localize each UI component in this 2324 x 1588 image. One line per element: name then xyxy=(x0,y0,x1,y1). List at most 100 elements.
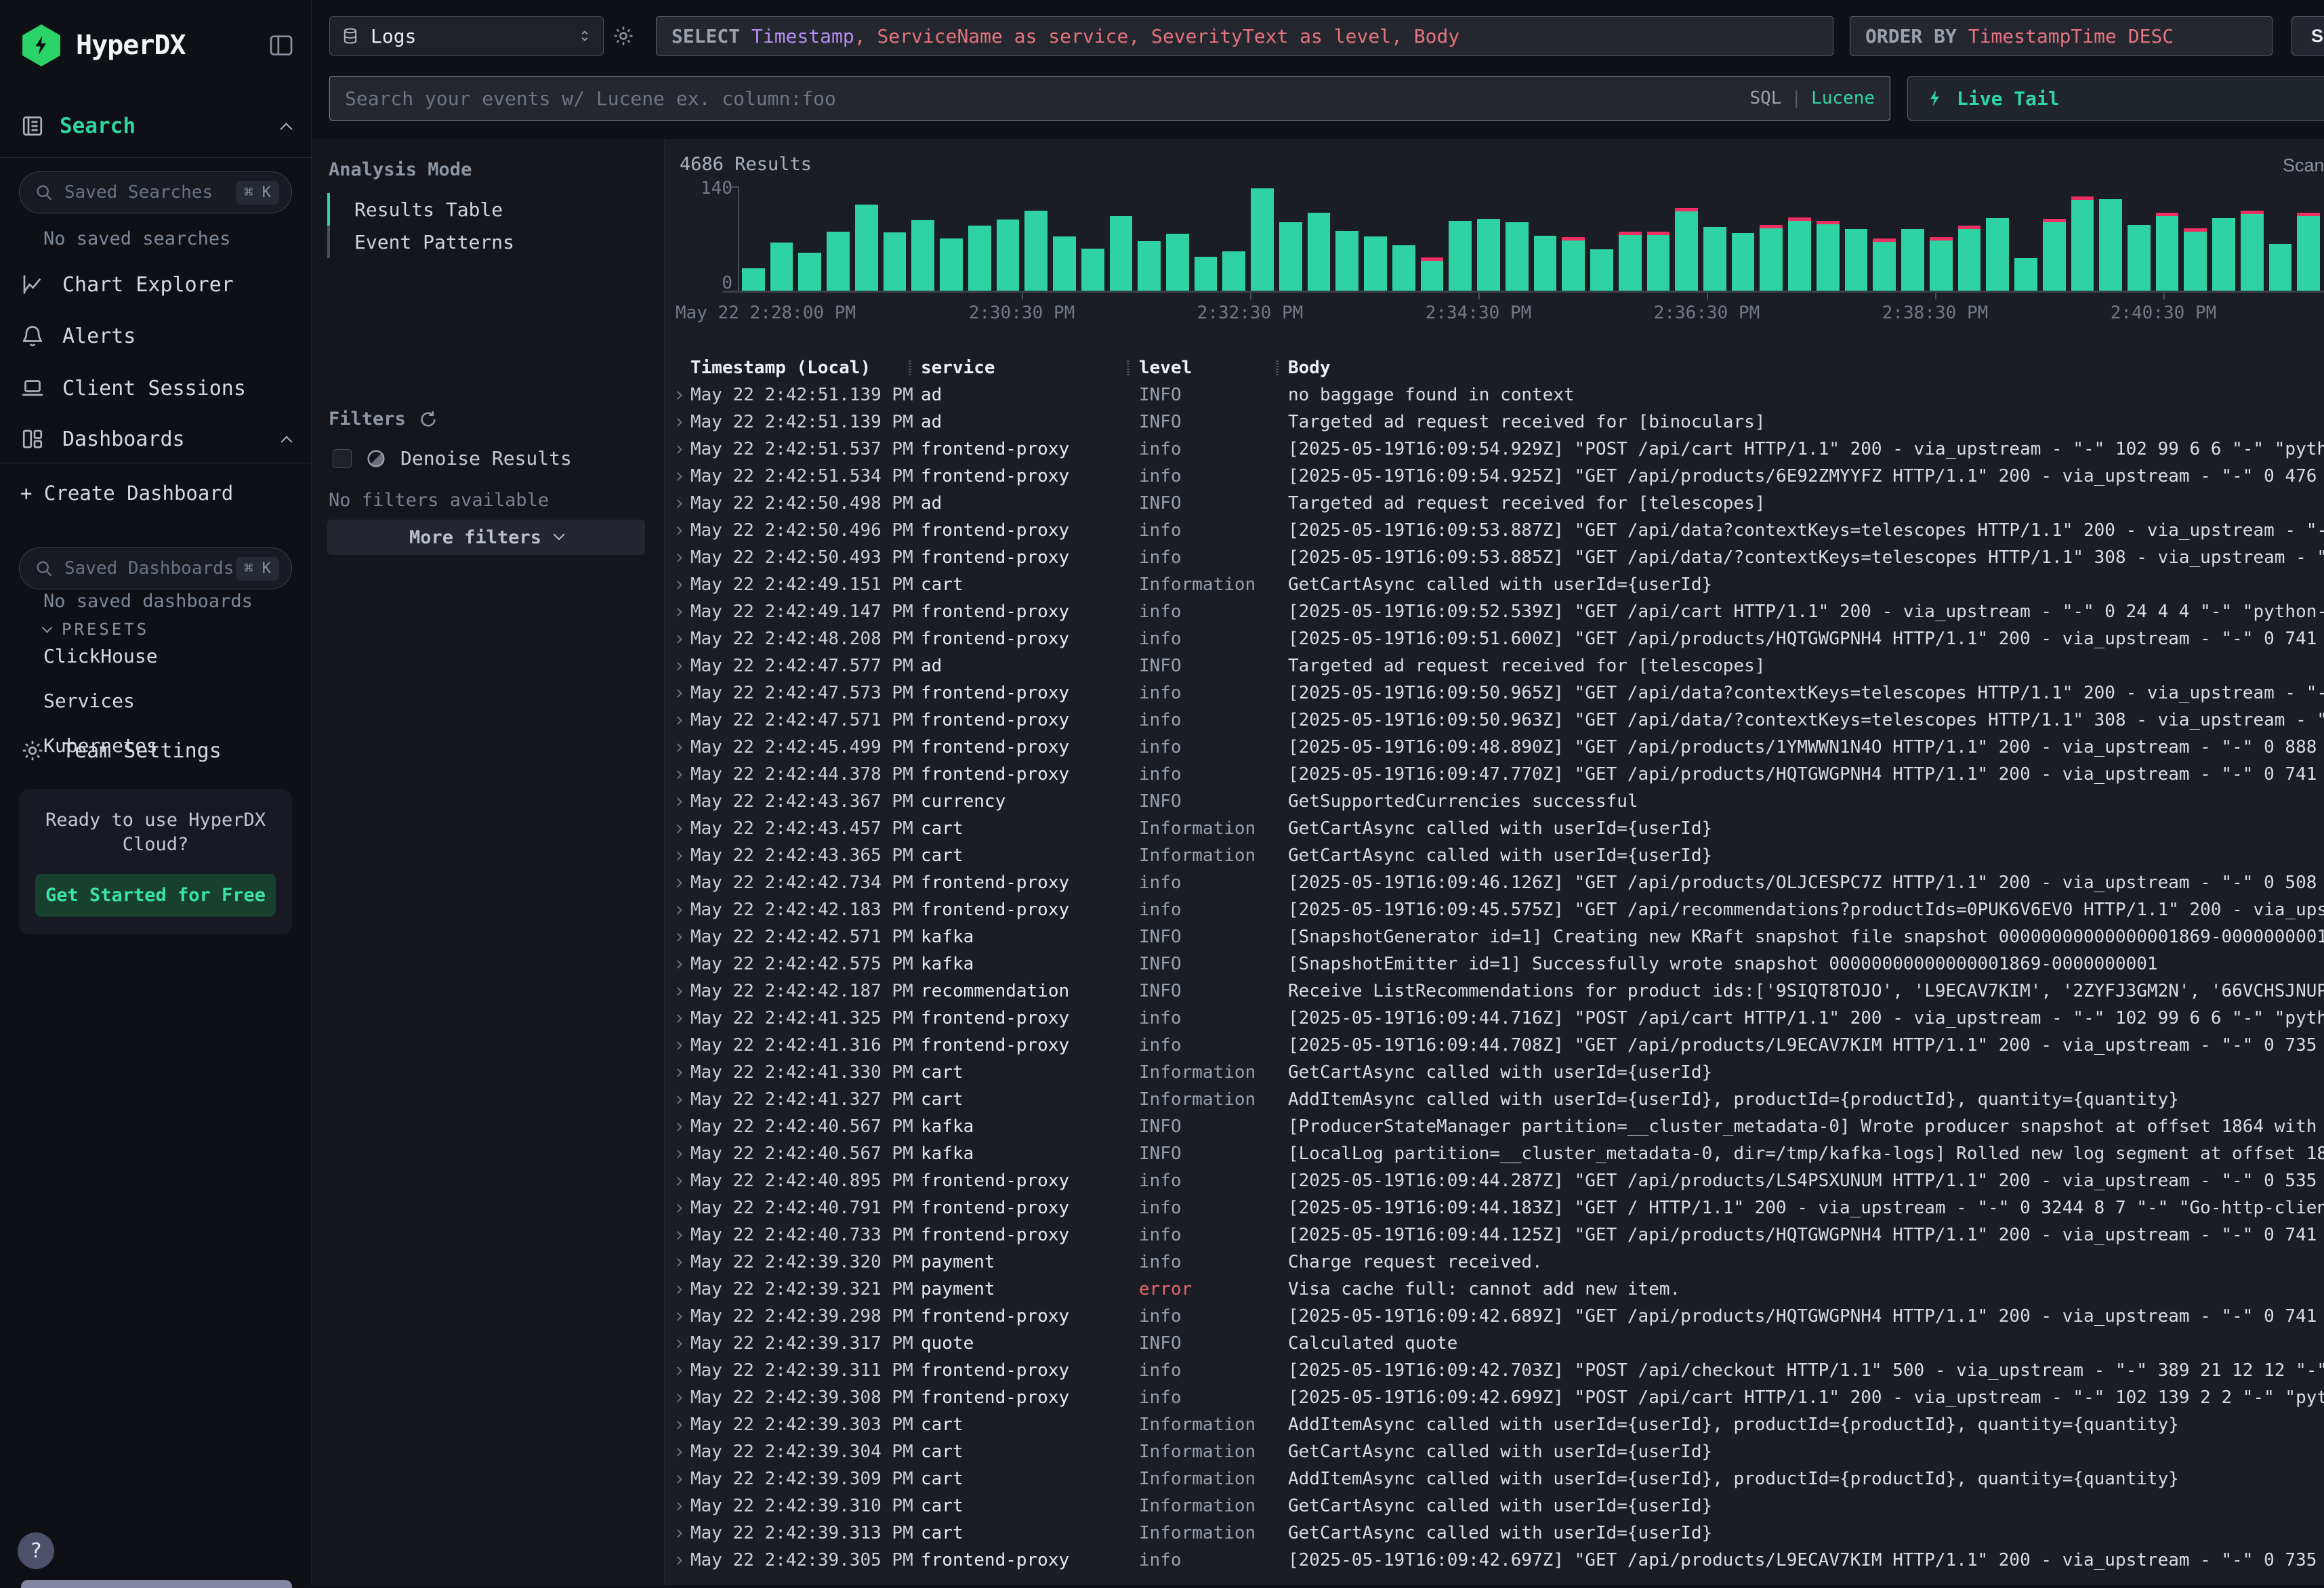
expand-row-icon[interactable] xyxy=(673,1421,682,1429)
table-row[interactable]: May 22 2:42:40.567 PMkafkaINFO[LocalLog … xyxy=(665,1140,2324,1167)
table-row[interactable]: May 22 2:42:41.316 PMfrontend-proxyinfo[… xyxy=(665,1032,2324,1059)
histogram-bar[interactable] xyxy=(1534,236,1557,291)
table-row[interactable]: May 22 2:42:41.325 PMfrontend-proxyinfo[… xyxy=(665,1005,2324,1032)
save-button[interactable]: Save xyxy=(2291,16,2324,56)
expand-row-icon[interactable] xyxy=(673,987,682,996)
expand-row-icon[interactable] xyxy=(673,418,682,427)
table-row[interactable]: May 22 2:42:39.317 PMquoteINFOCalculated… xyxy=(665,1330,2324,1357)
expand-row-icon[interactable] xyxy=(673,960,682,969)
sidebar-item-chart-explorer[interactable]: Chart Explorer xyxy=(20,266,291,304)
table-row[interactable]: May 22 2:42:40.791 PMfrontend-proxyinfo[… xyxy=(665,1194,2324,1221)
table-row[interactable]: May 22 2:42:39.313 PMcartInformationGetC… xyxy=(665,1520,2324,1547)
expand-row-icon[interactable] xyxy=(673,1231,682,1240)
column-header-timestamp[interactable]: Timestamp (Local) xyxy=(690,354,921,381)
histogram-bar[interactable] xyxy=(1251,188,1274,291)
expand-row-icon[interactable] xyxy=(673,1366,682,1375)
sidebar-item-team-settings[interactable]: Team Settings xyxy=(20,732,291,770)
table-row[interactable]: May 22 2:42:45.499 PMfrontend-proxyinfo[… xyxy=(665,734,2324,761)
column-resize-handle[interactable] xyxy=(1276,360,1279,375)
histogram-bar[interactable] xyxy=(1845,229,1868,291)
expand-row-icon[interactable] xyxy=(673,852,682,860)
sidebar-section-search[interactable]: Search xyxy=(20,114,291,138)
sql-mode-option[interactable]: SQL xyxy=(1749,88,1781,108)
histogram-bar[interactable] xyxy=(1732,233,1755,291)
table-row[interactable]: May 22 2:42:39.303 PMcartInformationAddI… xyxy=(665,1411,2324,1438)
histogram-bar[interactable] xyxy=(1364,236,1387,291)
histogram-bar[interactable] xyxy=(2128,225,2151,291)
expand-row-icon[interactable] xyxy=(673,1529,682,1538)
expand-row-icon[interactable] xyxy=(673,1502,682,1511)
expand-row-icon[interactable] xyxy=(673,743,682,752)
table-row[interactable]: May 22 2:42:40.895 PMfrontend-proxyinfo[… xyxy=(665,1167,2324,1194)
expand-row-icon[interactable] xyxy=(673,879,682,887)
histogram-bar[interactable] xyxy=(2071,196,2094,291)
histogram-bar[interactable] xyxy=(2184,228,2207,291)
histogram-bar[interactable] xyxy=(1053,236,1076,291)
table-row[interactable]: May 22 2:42:49.151 PMcartInformationGetC… xyxy=(665,571,2324,598)
table-row[interactable]: May 22 2:42:51.534 PMfrontend-proxyinfo[… xyxy=(665,463,2324,490)
histogram-bar[interactable] xyxy=(1195,257,1218,291)
table-row[interactable]: May 22 2:42:47.577 PMadINFOTargeted ad r… xyxy=(665,652,2324,680)
histogram-bar[interactable] xyxy=(2156,213,2179,291)
expand-row-icon[interactable] xyxy=(673,906,682,915)
histogram-bar[interactable] xyxy=(2297,213,2320,291)
histogram-bar[interactable] xyxy=(940,238,963,291)
expand-row-icon[interactable] xyxy=(673,1204,682,1213)
event-search-bar[interactable]: SQL | Lucene xyxy=(329,76,1890,121)
table-row[interactable]: May 22 2:42:39.309 PMcartInformationAddI… xyxy=(665,1465,2324,1492)
expand-row-icon[interactable] xyxy=(673,689,682,698)
sidebar-collapse-icon[interactable] xyxy=(268,32,295,59)
table-row[interactable]: May 22 2:42:39.308 PMfrontend-proxyinfo[… xyxy=(665,1384,2324,1411)
histogram-bar[interactable] xyxy=(2043,219,2066,291)
lucene-mode-option[interactable]: Lucene xyxy=(1811,88,1875,108)
expand-row-icon[interactable] xyxy=(673,391,682,400)
table-row[interactable]: May 22 2:42:42.571 PMkafkaINFO[SnapshotG… xyxy=(665,923,2324,950)
expand-row-icon[interactable] xyxy=(673,1014,682,1023)
histogram-bar[interactable] xyxy=(1986,218,2009,291)
histogram-bar[interactable] xyxy=(911,220,934,291)
denoise-checkbox[interactable] xyxy=(333,449,352,468)
expand-row-icon[interactable] xyxy=(673,1150,682,1158)
histogram-bar[interactable] xyxy=(770,243,793,291)
live-tail-button[interactable]: Live Tail xyxy=(1907,76,2324,121)
histogram-bar[interactable] xyxy=(2269,244,2292,291)
histogram-bar[interactable] xyxy=(1590,249,1613,291)
table-row[interactable]: May 22 2:42:43.367 PMcurrencyINFOGetSupp… xyxy=(665,788,2324,815)
source-settings-gear-icon[interactable] xyxy=(612,24,635,47)
table-row[interactable]: May 22 2:42:50.496 PMfrontend-proxyinfo[… xyxy=(665,517,2324,544)
histogram-bar[interactable] xyxy=(1788,217,1811,291)
expand-row-icon[interactable] xyxy=(673,797,682,806)
table-row[interactable]: May 22 2:42:47.573 PMfrontend-proxyinfo[… xyxy=(665,680,2324,707)
expand-row-icon[interactable] xyxy=(673,526,682,535)
expand-row-icon[interactable] xyxy=(673,1556,682,1565)
table-row[interactable]: May 22 2:42:40.733 PMfrontend-proxyinfo[… xyxy=(665,1221,2324,1249)
expand-row-icon[interactable] xyxy=(673,553,682,562)
histogram-bar[interactable] xyxy=(827,232,850,291)
histogram-bar[interactable] xyxy=(1421,257,1444,291)
histogram-bar[interactable] xyxy=(1703,227,1726,291)
histogram-bar[interactable] xyxy=(1335,231,1358,291)
histogram-bar[interactable] xyxy=(1110,216,1133,291)
bottom-banner-partial[interactable] xyxy=(21,1580,292,1588)
histogram-bar[interactable] xyxy=(1562,237,1585,291)
expand-row-icon[interactable] xyxy=(673,824,682,833)
table-row[interactable]: May 22 2:42:42.187 PMrecommendationINFOR… xyxy=(665,978,2324,1005)
table-row[interactable]: May 22 2:42:39.298 PMfrontend-proxyinfo[… xyxy=(665,1303,2324,1330)
histogram-bar[interactable] xyxy=(1477,219,1500,291)
expand-row-icon[interactable] xyxy=(673,1475,682,1484)
tab-results-table[interactable]: Results Table xyxy=(327,193,650,226)
expand-row-icon[interactable] xyxy=(673,1123,682,1131)
table-row[interactable]: May 22 2:42:44.378 PMfrontend-proxyinfo[… xyxy=(665,761,2324,788)
expand-row-icon[interactable] xyxy=(673,1177,682,1186)
histogram-bar[interactable] xyxy=(1647,232,1670,291)
expand-row-icon[interactable] xyxy=(673,933,682,942)
expand-row-icon[interactable] xyxy=(673,472,682,481)
event-search-input[interactable] xyxy=(345,87,1749,110)
expand-row-icon[interactable] xyxy=(673,1285,682,1294)
preset-item[interactable]: Services xyxy=(43,690,354,712)
histogram-bar[interactable] xyxy=(1392,245,1415,291)
histogram-bar[interactable] xyxy=(1166,234,1189,291)
histogram-bar[interactable] xyxy=(1817,221,1840,291)
expand-row-icon[interactable] xyxy=(673,1095,682,1104)
sidebar-item-dashboards[interactable]: Dashboards xyxy=(20,420,291,458)
